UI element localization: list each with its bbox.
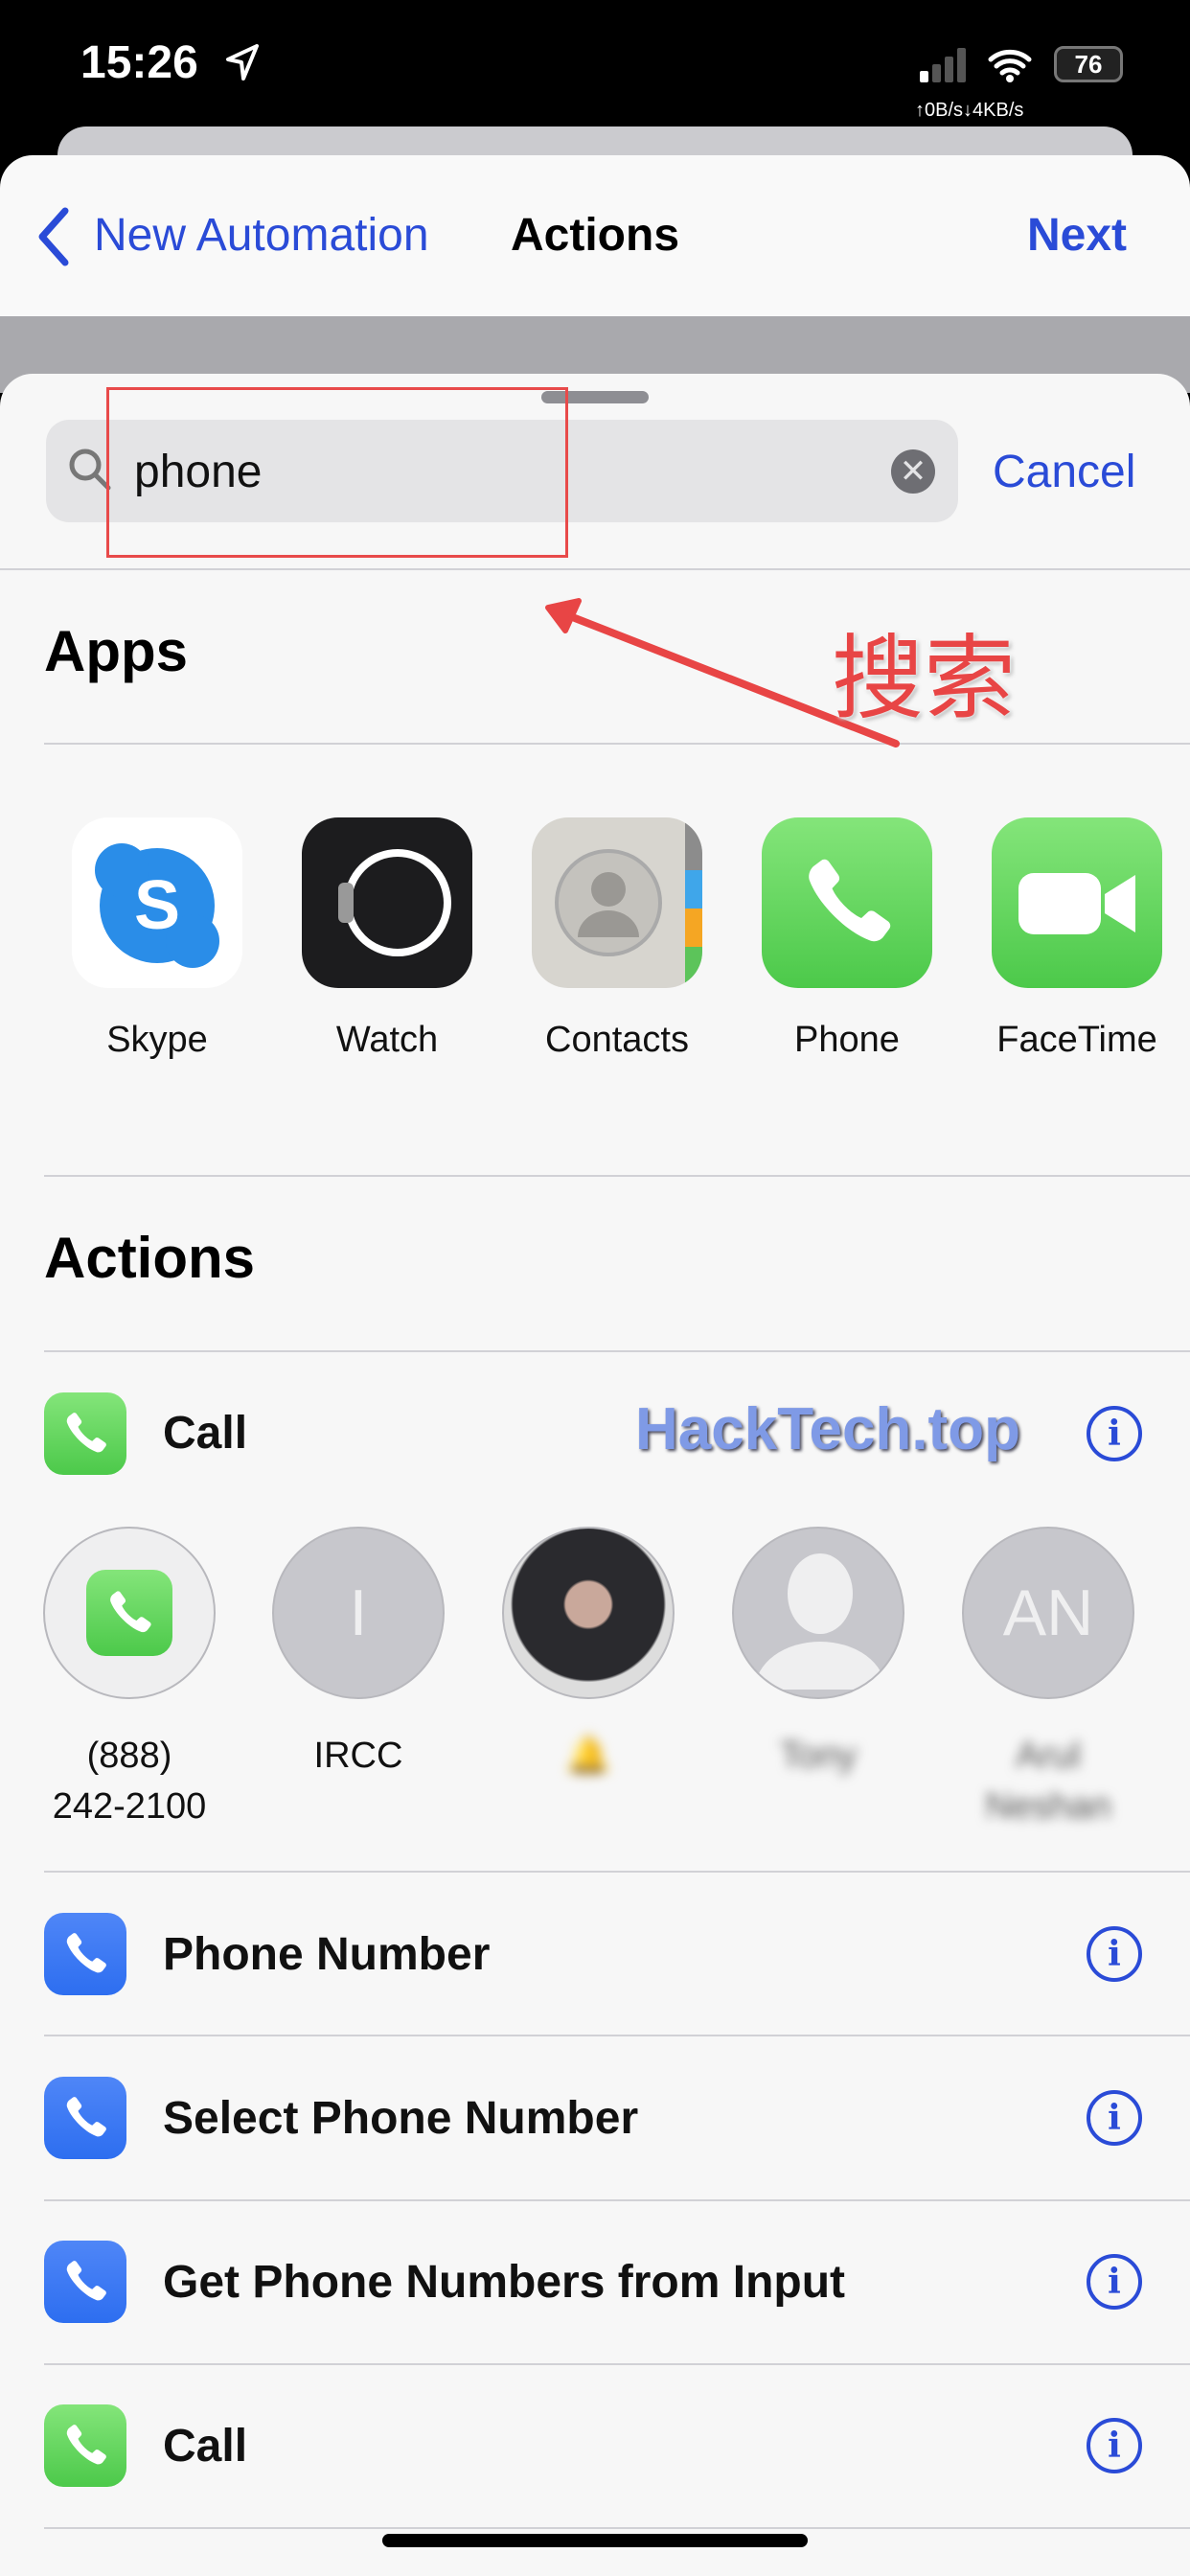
info-icon[interactable]: i xyxy=(1087,1926,1142,1982)
phone-icon xyxy=(44,1913,126,1995)
contact-name: 🔔 xyxy=(565,1736,611,1776)
divider xyxy=(44,1350,1190,1352)
info-icon[interactable]: i xyxy=(1087,2254,1142,2310)
phone-icon xyxy=(86,1570,172,1656)
actions-heading: Actions xyxy=(44,1226,256,1290)
watermark: HackTech.top xyxy=(635,1396,1020,1462)
svg-text:S: S xyxy=(134,867,180,944)
divider xyxy=(44,2363,1190,2365)
contact-name: (888) 242-2100 xyxy=(52,1736,207,1827)
info-icon[interactable]: i xyxy=(1087,2418,1142,2473)
action-row-label[interactable]: Phone Number xyxy=(163,1928,490,1981)
call-action-label[interactable]: Call xyxy=(163,1407,247,1460)
divider xyxy=(44,1175,1190,1177)
divider xyxy=(44,2199,1190,2201)
contact-name: Tony xyxy=(779,1736,858,1776)
home-indicator[interactable] xyxy=(382,2534,808,2547)
phone-icon xyxy=(44,1392,126,1475)
avatar-initial: I xyxy=(349,1576,368,1649)
annotation-label: 搜索 xyxy=(832,628,1016,730)
phone-icon xyxy=(44,2404,126,2487)
contact-avatar[interactable]: I xyxy=(272,1527,445,1699)
info-icon[interactable]: i xyxy=(1087,2090,1142,2146)
action-row-label[interactable]: Select Phone Number xyxy=(163,2092,638,2145)
app-label: Contacts xyxy=(545,1020,689,1060)
phone-icon xyxy=(44,2241,126,2323)
contact-name: Arul Neshan xyxy=(985,1736,1111,1827)
contact-avatar-photo[interactable] xyxy=(502,1527,675,1699)
divider xyxy=(44,2527,1190,2529)
contact-name: IRCC xyxy=(313,1736,403,1776)
app-label: Skype xyxy=(106,1020,208,1060)
contact-avatar[interactable] xyxy=(732,1527,904,1699)
info-icon[interactable]: i xyxy=(1087,1406,1142,1461)
phone-icon xyxy=(44,2077,126,2159)
divider xyxy=(44,1871,1190,1873)
divider xyxy=(44,2035,1190,2036)
app-label: Watch xyxy=(335,1020,439,1060)
app-label: Phone xyxy=(794,1020,900,1060)
action-row-label[interactable]: Get Phone Numbers from Input xyxy=(163,2256,845,2309)
action-row-label[interactable]: Call xyxy=(163,2420,247,2472)
contact-avatar[interactable] xyxy=(43,1527,216,1699)
app-label: FaceTime xyxy=(996,1020,1157,1060)
person-icon xyxy=(755,1553,885,1690)
avatar-initial: AN xyxy=(1002,1576,1094,1649)
contact-avatar[interactable]: AN xyxy=(962,1527,1134,1699)
phone-icon xyxy=(790,845,904,960)
